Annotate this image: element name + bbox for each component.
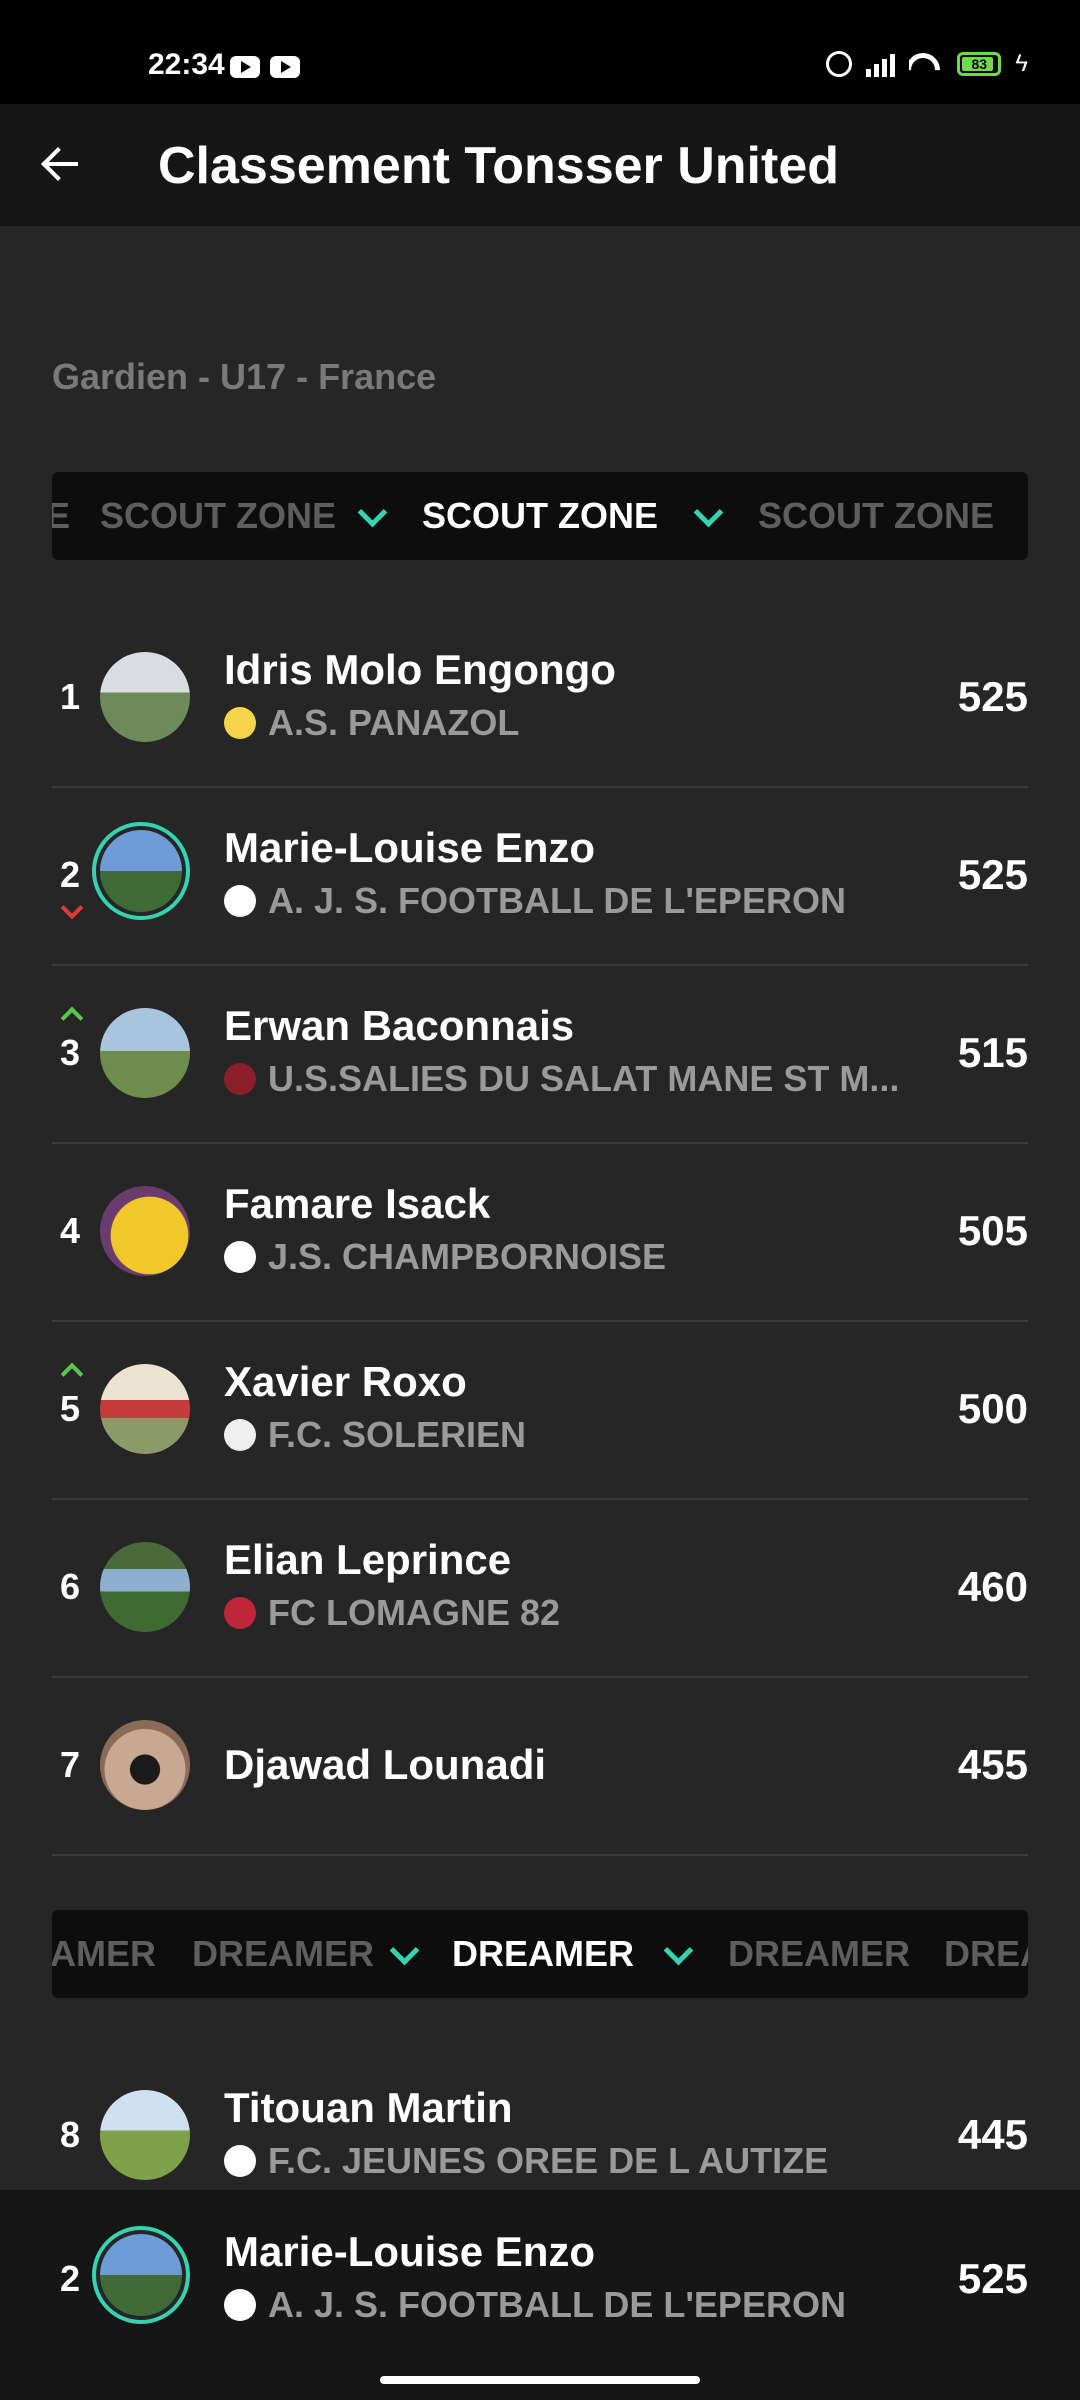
player-name: Xavier Roxo (224, 1358, 467, 1405)
rank-number: 6 (59, 1566, 81, 1607)
leaderboard-row[interactable]: 7 Djawad Lounadi 455 (52, 1676, 1028, 1856)
leaderboard-filter-label: Gardien - U17 - France (52, 356, 437, 397)
wifi-icon (909, 51, 943, 77)
leaderboard-row[interactable]: 1 Idris Molo Engongo A.S. PANAZOL 525 (52, 608, 1028, 788)
status-icons: 83 ϟ (826, 50, 1028, 78)
leaderboard-row[interactable]: 3 Erwan Baconnais U.S.SALIES DU SALAT MA… (52, 964, 1028, 1144)
club-logo-icon (224, 1419, 256, 1451)
zone-selector-scout-zone[interactable]: E SCOUT ZONE SCOUT ZONE SCOUT ZONE (52, 472, 1028, 560)
club-logo-icon (224, 2289, 256, 2321)
leaderboard-row[interactable]: 4 Famare Isack J.S. CHAMPBORNOISE 505 (52, 1142, 1028, 1322)
chevron-down-icon[interactable] (663, 1935, 694, 1966)
battery-level: 83 (971, 56, 988, 72)
club-name: A.S. PANAZOL (268, 702, 520, 743)
home-indicator[interactable] (380, 2376, 700, 2384)
club: U.S.SALIES DU SALAT MANE ST M... (224, 1058, 914, 1100)
youtube-notification-icon (270, 56, 300, 78)
player-name: Elian Leprince (224, 1536, 512, 1583)
club-logo-icon (224, 885, 256, 917)
zone-tab-active[interactable]: DREAMER (452, 1910, 634, 1998)
club: F.C. SOLERIEN (224, 1414, 914, 1456)
navigation-bar (0, 2370, 1080, 2400)
avatar (92, 2226, 190, 2324)
current-user-row[interactable]: 2 Marie-Louise Enzo A. J. S. FOOTBALL DE… (52, 2190, 1028, 2368)
avatar (100, 2090, 190, 2180)
club-name: A. J. S. FOOTBALL DE L'EPERON (268, 880, 846, 921)
avatar (100, 1186, 190, 1276)
player-name: Erwan Baconnais (224, 1002, 575, 1049)
avatar (100, 1542, 190, 1632)
charging-icon: ϟ (1015, 50, 1028, 77)
zone-tab[interactable]: DREA (944, 1910, 1028, 1998)
club: A. J. S. FOOTBALL DE L'EPERON (224, 880, 914, 922)
signal-icon (866, 51, 896, 77)
zone-selector-dreamer[interactable]: AMER DREAMER DREAMER DREAMER DREA (52, 1910, 1028, 1998)
club: FC LOMAGNE 82 (224, 1592, 914, 1634)
player-name: Famare Isack (224, 1180, 491, 1227)
player-name: Marie-Louise Enzo (224, 824, 596, 871)
club: F.C. JEUNES OREE DE L AUTIZE (224, 2140, 914, 2182)
club-logo-icon (224, 2145, 256, 2177)
rank-number: 5 (59, 1388, 81, 1429)
club-logo-icon (224, 1597, 256, 1629)
avatar (100, 652, 190, 742)
zone-tab[interactable]: E (52, 472, 70, 560)
page-title: Classement Tonsser United (158, 137, 840, 195)
current-user-rank-bar: 2 Marie-Louise Enzo A. J. S. FOOTBALL DE… (0, 2190, 1080, 2370)
player-name: Djawad Lounadi (224, 1741, 547, 1788)
club-name: A. J. S. FOOTBALL DE L'EPERON (268, 2284, 846, 2325)
club: A. J. S. FOOTBALL DE L'EPERON (224, 2284, 914, 2326)
player-name: Marie-Louise Enzo (224, 2228, 596, 2275)
avatar (92, 822, 190, 920)
battery-icon: 83 (957, 52, 1002, 76)
status-time: 22:34 (148, 48, 225, 81)
app-bar: Classement Tonsser United (0, 104, 1080, 226)
club: J.S. CHAMPBORNOISE (224, 1236, 914, 1278)
zone-tab[interactable]: DREAMER (728, 1910, 910, 1998)
avatar (100, 1720, 190, 1810)
chevron-down-icon (357, 497, 388, 528)
rank-number: 2 (59, 2258, 81, 2299)
score: 460 (957, 1563, 1028, 1610)
leaderboard-row[interactable]: 5 Xavier Roxo F.C. SOLERIEN 500 (52, 1320, 1028, 1500)
rank-number: 4 (59, 1210, 81, 1251)
score: 515 (957, 1029, 1028, 1076)
chevron-down-icon (389, 1935, 420, 1966)
club-name: F.C. SOLERIEN (268, 1414, 527, 1455)
zone-tab[interactable]: DREAMER (192, 1910, 374, 1998)
score: 525 (957, 673, 1028, 720)
rank-number: 3 (59, 1032, 81, 1073)
zone-tab[interactable]: SCOUT ZONE (758, 472, 994, 560)
chevron-down-icon[interactable] (693, 497, 724, 528)
leaderboard-row[interactable]: 2 Marie-Louise Enzo A. J. S. FOOTBALL DE… (52, 786, 1028, 966)
youtube-notification-icon (230, 56, 260, 78)
club-logo-icon (224, 707, 256, 739)
back-arrow-icon[interactable] (38, 138, 86, 190)
club-name: J.S. CHAMPBORNOISE (268, 1236, 667, 1277)
score: 455 (957, 1741, 1028, 1788)
alarm-icon (826, 51, 853, 77)
avatar (100, 1008, 190, 1098)
club-name: U.S.SALIES DU SALAT MANE ST M... (268, 1058, 900, 1099)
score: 500 (957, 1385, 1028, 1432)
club-name: FC LOMAGNE 82 (268, 1592, 561, 1633)
score: 525 (957, 2255, 1028, 2302)
avatar (100, 1364, 190, 1454)
zone-tab-active[interactable]: SCOUT ZONE (422, 472, 658, 560)
leaderboard-row[interactable]: 6 Elian Leprince FC LOMAGNE 82 460 (52, 1498, 1028, 1678)
score: 505 (957, 1207, 1028, 1254)
zone-tab[interactable]: AMER (52, 1910, 156, 1998)
club-name: F.C. JEUNES OREE DE L AUTIZE (268, 2140, 829, 2181)
club-logo-icon (224, 1241, 256, 1273)
player-name: Titouan Martin (224, 2084, 513, 2131)
rank-number: 2 (59, 854, 81, 895)
player-name: Idris Molo Engongo (224, 646, 616, 693)
club: A.S. PANAZOL (224, 702, 914, 744)
zone-tab[interactable]: SCOUT ZONE (100, 472, 336, 560)
rank-number: 7 (59, 1744, 81, 1785)
score: 525 (957, 851, 1028, 898)
status-bar: 22:34 83 ϟ (0, 0, 1080, 104)
club-logo-icon (224, 1063, 256, 1095)
rank-number: 1 (59, 676, 81, 717)
